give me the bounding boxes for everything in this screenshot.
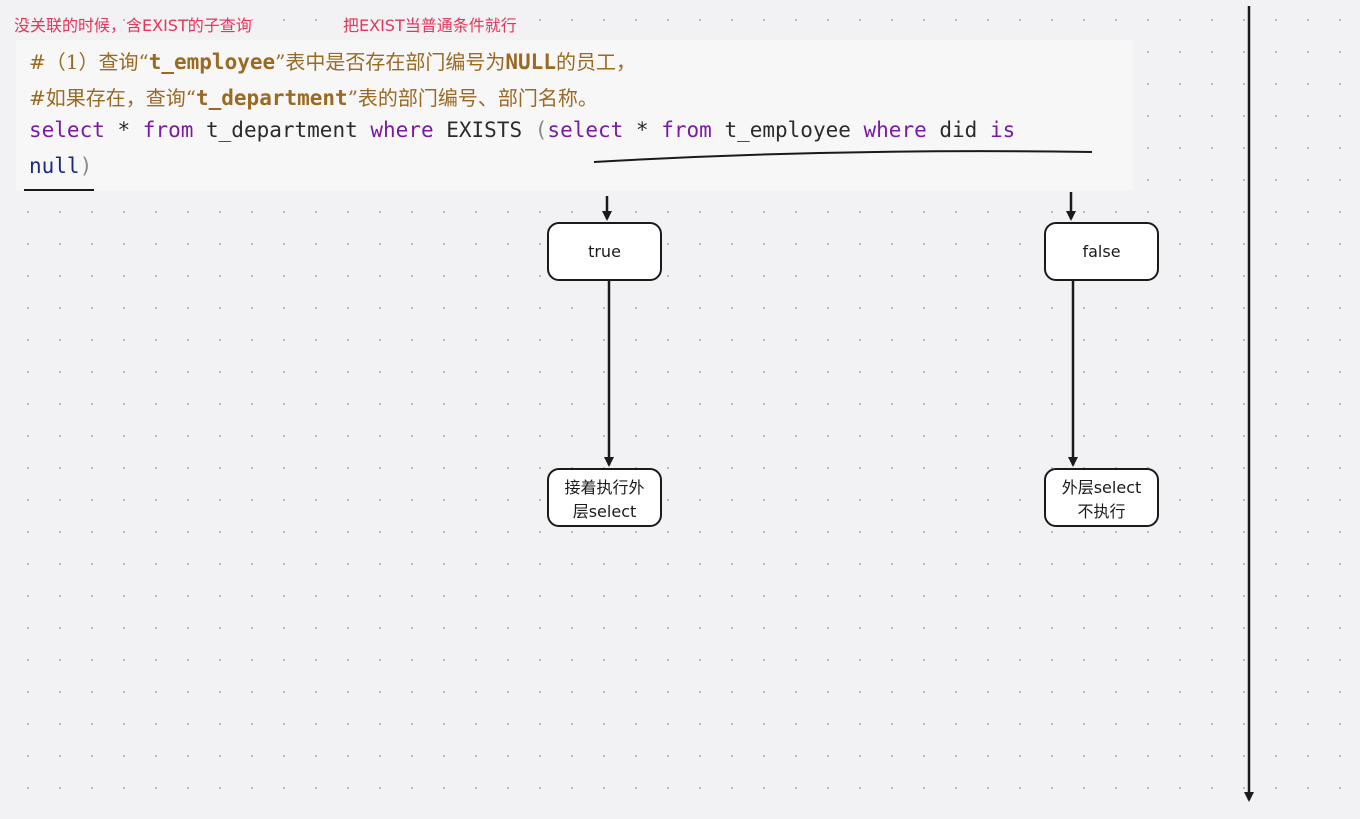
comment-null: NULL (505, 50, 556, 74)
identifier: t_department (193, 118, 371, 142)
identifier: t_employee (711, 118, 864, 142)
code-sql-line-continued: null) (29, 154, 92, 178)
keyword: select (547, 118, 624, 142)
comment-text: ”表的部门编号、部门名称。 (347, 86, 598, 110)
true-result-node[interactable]: 接着执行外层select (547, 468, 662, 527)
comment-text: #如果存在，查询“ (29, 86, 196, 110)
sql-code-block: #（1）查询“t_employee”表中是否存在部门编号为NULL的员工， #如… (16, 40, 1133, 190)
paren: ( (534, 118, 548, 142)
false-result-node[interactable]: 外层select不执行 (1044, 468, 1159, 527)
operator: * (623, 118, 662, 142)
keyword: from (661, 118, 712, 142)
keyword: where (863, 118, 927, 142)
code-sql-line: select * from t_department where EXISTS … (29, 118, 1015, 142)
keyword: from (142, 118, 194, 142)
keyword: is (989, 118, 1016, 142)
code-comment-line-1: #（1）查询“t_employee”表中是否存在部门编号为NULL的员工， (29, 46, 636, 75)
false-node[interactable]: false (1044, 222, 1159, 281)
operator: * (104, 118, 143, 142)
comment-text: #（1）查询“ (29, 50, 149, 74)
keyword: select (29, 118, 105, 142)
paren: ) (79, 154, 93, 178)
identifier: did (926, 118, 990, 142)
annotation-left: 没关联的时候，含EXIST的子查询 (14, 16, 252, 35)
annotation-right: 把EXIST当普通条件就行 (343, 16, 517, 35)
keyword: where (370, 118, 434, 142)
true-node[interactable]: true (547, 222, 662, 281)
comment-table-name: t_department (195, 86, 348, 110)
comment-text: ”表中是否存在部门编号为 (275, 50, 506, 74)
comment-table-name: t_employee (148, 50, 276, 74)
comment-text: 的员工， (555, 50, 636, 74)
literal-null: null (29, 154, 80, 178)
identifier: EXISTS (433, 118, 535, 142)
code-comment-line-2: #如果存在，查询“t_department”表的部门编号、部门名称。 (29, 82, 598, 111)
